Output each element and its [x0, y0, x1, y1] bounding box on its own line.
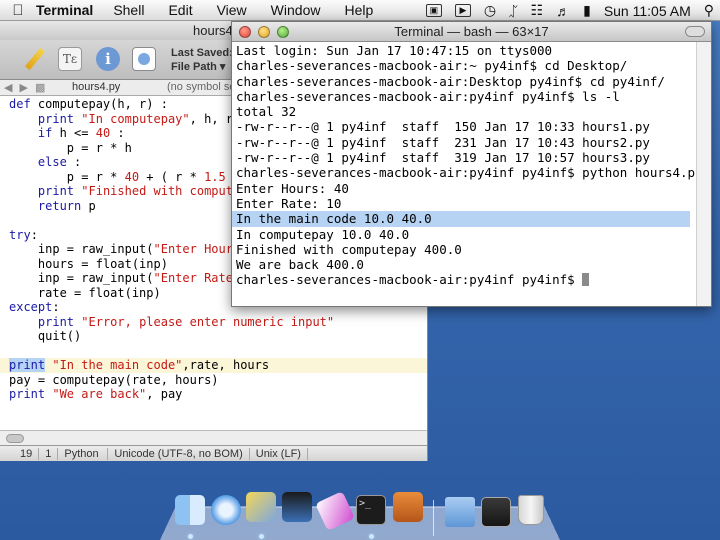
code-line: print "We are back", pay [9, 387, 183, 401]
terminal-line-selected: In the main code 10.0 40.0 [232, 211, 690, 227]
code-line-current: print "In the main code",rate, hours [0, 358, 427, 373]
terminal-line: Finished with computepay 400.0 [236, 241, 462, 257]
file-meta: Last Saved: File Path ▾ [171, 46, 233, 74]
trash-icon[interactable] [518, 495, 544, 525]
terminal-line: In computepay 10.0 40.0 [236, 226, 410, 242]
running-indicator [369, 534, 374, 539]
text-format-icon[interactable]: Tε [58, 47, 82, 71]
menu-clock[interactable]: Sun 11:05 AM [604, 3, 691, 19]
apple-menu-icon[interactable]:  [0, 2, 36, 19]
menu-shell[interactable]: Shell [113, 2, 144, 18]
terminal-title-bar[interactable]: Terminal — bash — 63×17 [232, 22, 711, 42]
screen-recording-icon[interactable]: ▣ [425, 4, 442, 17]
movie-icon[interactable] [282, 492, 312, 522]
line-endings-selector[interactable]: Unix (LF) [250, 447, 308, 460]
editor-window-title: hours4 [193, 23, 233, 38]
menu-app-name[interactable]: Terminal [36, 2, 93, 18]
running-indicator [259, 534, 264, 539]
battery-icon[interactable]: ▮ [583, 2, 591, 19]
text-cursor [582, 273, 590, 287]
terminal-prompt-line[interactable]: charles-severances-macbook-air:py4inf py… [236, 272, 711, 287]
volume-icon[interactable]: ♬ [556, 3, 570, 19]
terminal-line: Enter Hours: 40 [236, 180, 349, 196]
encoding-selector[interactable]: Unicode (UTF-8, no BOM) [108, 447, 250, 460]
presentation-icon[interactable] [393, 492, 423, 522]
terminal-line: -rw-r--r--@ 1 py4inf staff 231 Jan 17 10… [236, 134, 650, 150]
wifi-icon[interactable]: ☷ [531, 2, 544, 19]
terminal-line: -rw-r--r--@ 1 py4inf staff 150 Jan 17 10… [236, 119, 650, 135]
document-icon[interactable] [132, 47, 156, 71]
language-selector[interactable]: Python [58, 447, 109, 460]
toolbar-toggle-button[interactable] [685, 26, 705, 37]
safari-icon[interactable] [211, 495, 241, 525]
terminal-output[interactable]: Last login: Sun Jan 17 10:47:15 on ttys0… [232, 42, 711, 306]
terminal-scrollbar[interactable] [696, 42, 711, 306]
menu-extras: ▣ ▶ ◷ ᛢ ☷ ♬ ▮ Sun 11:05 AM ⚲ [425, 0, 714, 21]
terminal-line: Last login: Sun Jan 17 10:47:15 on ttys0… [236, 43, 553, 58]
code-line: print "Error, please enter numeric input… [37, 314, 335, 329]
horizontal-scrollbar[interactable] [0, 430, 427, 445]
terminal-line: charles-severances-macbook-air:~ py4inf$… [236, 58, 628, 74]
file-path-label[interactable]: File Path ▾ [171, 61, 225, 73]
info-icon[interactable]: i [96, 47, 120, 71]
terminal-icon[interactable]: >_ [356, 495, 386, 525]
code-line: pay = computepay(rate, hours) [9, 372, 219, 387]
folder-icon[interactable] [445, 497, 475, 527]
nav-arrows-icon[interactable]: ◀ ▶ ▩ [4, 81, 47, 94]
terminal-line: Enter Rate: 10 [236, 195, 342, 211]
menu-help[interactable]: Help [344, 2, 373, 18]
file-selector[interactable]: hours4.py [72, 81, 120, 93]
pencil-icon[interactable] [22, 47, 46, 71]
editor-status-bar: 19 1 Python Unicode (UTF-8, no BOM) Unix… [0, 445, 427, 461]
documents-icon[interactable] [481, 497, 511, 527]
column-number: 1 [39, 447, 59, 460]
code-line: quit() [9, 329, 82, 343]
menu-bar:  Terminal Shell Edit View Window Help ▣… [0, 0, 720, 21]
terminal-line: charles-severances-macbook-air:py4inf py… [236, 88, 620, 104]
terminal-line: charles-severances-macbook-air:py4inf py… [236, 165, 703, 181]
search-icon[interactable]: ⚲ [704, 2, 714, 19]
screen-capture-icon[interactable]: ▶ [454, 4, 471, 17]
python-icon[interactable] [246, 492, 276, 522]
scroll-knob[interactable] [6, 434, 24, 443]
menu-view[interactable]: View [217, 2, 247, 18]
terminal-title: Terminal — bash — 63×17 [394, 24, 549, 39]
terminal-window: Terminal — bash — 63×17 Last login: Sun … [231, 21, 712, 307]
menu-edit[interactable]: Edit [168, 2, 192, 18]
time-machine-icon[interactable]: ◷ [484, 2, 496, 19]
last-saved-label: Last Saved: [171, 47, 233, 59]
menu-window[interactable]: Window [271, 2, 321, 18]
terminal-prompt: charles-severances-macbook-air:py4inf py… [236, 272, 583, 288]
terminal-line: charles-severances-macbook-air:Desktop p… [236, 73, 665, 89]
terminal-line: -rw-r--r--@ 1 py4inf staff 319 Jan 17 10… [236, 150, 650, 166]
running-indicator [188, 534, 193, 539]
line-number: 19 [0, 447, 40, 460]
terminal-line: We are back 400.0 [236, 257, 364, 273]
finder-icon[interactable] [175, 495, 205, 525]
terminal-line: total 32 [236, 104, 297, 120]
dock-divider [433, 500, 434, 536]
bluetooth-icon[interactable]: ᛢ [509, 3, 517, 19]
